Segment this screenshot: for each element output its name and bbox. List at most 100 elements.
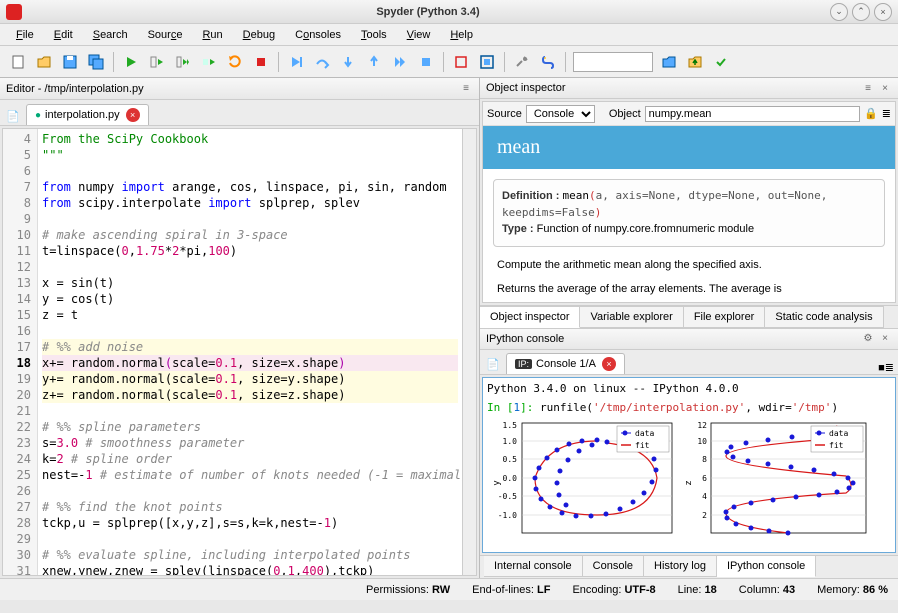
window-title: Spyder (Python 3.4) <box>30 6 826 18</box>
menu-tools[interactable]: Tools <box>351 27 397 43</box>
open-file-button[interactable] <box>32 50 56 74</box>
inspector-menu-icon[interactable]: ≣ <box>882 107 891 120</box>
bottomtab-ipython-console[interactable]: IPython console <box>717 555 816 577</box>
svg-text:fit: fit <box>635 441 650 450</box>
run-cell-advance-button[interactable] <box>171 50 195 74</box>
type-label: Type : <box>502 223 534 235</box>
status-line-label: Line: <box>678 584 702 596</box>
lock-icon[interactable]: 🔒 <box>864 107 878 120</box>
bottomtab-console[interactable]: Console <box>583 555 644 577</box>
status-col-value: 43 <box>783 584 795 596</box>
browse-dir-button[interactable] <box>657 50 681 74</box>
menu-debug[interactable]: Debug <box>233 27 285 43</box>
status-perm-label: Permissions: <box>366 584 429 596</box>
object-inspector: Source Console Object 🔒 ≣ mean Definitio… <box>482 101 896 303</box>
svg-text:10: 10 <box>697 437 707 446</box>
source-label: Source <box>487 108 522 120</box>
inspector-close-icon[interactable]: × <box>878 81 892 95</box>
inspector-header: mean <box>483 126 895 169</box>
python-path-button[interactable] <box>536 50 560 74</box>
menu-help[interactable]: Help <box>440 27 483 43</box>
code-editor[interactable]: 456⚠789101112131415161718192021222324252… <box>2 128 477 576</box>
menu-run[interactable]: Run <box>192 27 232 43</box>
menu-consoles[interactable]: Consoles <box>285 27 351 43</box>
rerun-button[interactable] <box>223 50 247 74</box>
set-dir-button[interactable] <box>709 50 733 74</box>
bottomtab-history-log[interactable]: History log <box>644 555 717 577</box>
app-icon <box>6 4 22 20</box>
status-perm-value: RW <box>432 584 450 596</box>
working-dir-combo[interactable] <box>573 52 653 72</box>
status-enc-value: UTF-8 <box>624 584 655 596</box>
preferences-button[interactable] <box>510 50 534 74</box>
editor-title-text: Editor - /tmp/interpolation.py <box>6 83 144 95</box>
bottomtab-internal-console[interactable]: Internal console <box>484 555 583 577</box>
close-console-icon[interactable]: × <box>602 357 616 371</box>
source-select[interactable]: Console <box>526 105 595 123</box>
step-into-button[interactable] <box>336 50 360 74</box>
step-over-button[interactable] <box>310 50 334 74</box>
midtab-static-code-analysis[interactable]: Static code analysis <box>765 306 883 328</box>
console-tab-label: Console 1/A <box>536 358 596 370</box>
close-window-button[interactable]: × <box>874 3 892 21</box>
stop-button[interactable] <box>249 50 273 74</box>
fullscreen-button[interactable] <box>475 50 499 74</box>
status-col-label: Column: <box>739 584 780 596</box>
inspector-title-text: Object inspector <box>486 82 565 94</box>
editor-pane: Editor - /tmp/interpolation.py ≡ 📄 ● int… <box>0 78 480 578</box>
main-toolbar <box>0 46 898 78</box>
svg-text:8: 8 <box>702 455 707 464</box>
console-input-line: In [1]: runfile('/tmp/interpolation.py',… <box>487 401 891 414</box>
menu-source[interactable]: Source <box>138 27 193 43</box>
console-tab[interactable]: IP: Console 1/A × <box>506 353 625 374</box>
menu-search[interactable]: Search <box>83 27 138 43</box>
new-file-button[interactable] <box>6 50 30 74</box>
menu-view[interactable]: View <box>397 27 441 43</box>
file-browser-icon[interactable]: 📄 <box>4 107 22 125</box>
ipython-options-icon[interactable]: ⚙ <box>861 332 875 346</box>
svg-text:-1.0: -1.0 <box>498 511 517 520</box>
console-tab-strip: Internal consoleConsoleHistory logIPytho… <box>480 555 898 578</box>
maximize-pane-button[interactable] <box>449 50 473 74</box>
save-all-button[interactable] <box>84 50 108 74</box>
editor-tab[interactable]: ● interpolation.py × <box>26 104 149 125</box>
midtab-variable-explorer[interactable]: Variable explorer <box>580 306 683 328</box>
step-out-button[interactable] <box>362 50 386 74</box>
debug-stop-button[interactable] <box>414 50 438 74</box>
console-browse-icon[interactable]: 📄 <box>484 356 502 374</box>
run-selection-button[interactable] <box>197 50 221 74</box>
inspector-desc-2: Returns the average of the array element… <box>483 281 895 298</box>
inspector-options-icon[interactable]: ≡ <box>861 81 875 95</box>
status-eol-label: End-of-lines: <box>472 584 534 596</box>
ipython-console[interactable]: Python 3.4.0 on linux -- IPython 4.0.0 I… <box>482 377 896 553</box>
ipython-close-icon[interactable]: × <box>878 332 892 346</box>
parent-dir-button[interactable] <box>683 50 707 74</box>
editor-scrollbar[interactable] <box>462 129 476 575</box>
debug-button[interactable] <box>284 50 308 74</box>
status-enc-label: Encoding: <box>572 584 621 596</box>
midtab-file-explorer[interactable]: File explorer <box>684 306 766 328</box>
code-area[interactable]: From the SciPy Cookbook""" from numpy im… <box>38 129 462 575</box>
title-bar: Spyder (Python 3.4) ⌄ ⌃ × <box>0 0 898 24</box>
svg-text:-0.5: -0.5 <box>498 492 517 501</box>
plot-output: 1.5 1.0 0.5 0.0 -0.5 -1.0 y <box>487 418 891 548</box>
menu-file[interactable]: File <box>6 27 44 43</box>
run-button[interactable] <box>119 50 143 74</box>
svg-text:4: 4 <box>702 492 707 501</box>
ipython-icon: IP: <box>515 359 532 369</box>
close-tab-icon[interactable]: × <box>126 108 140 122</box>
midtab-object-inspector[interactable]: Object inspector <box>480 306 580 328</box>
plot-xy: 1.5 1.0 0.5 0.0 -0.5 -1.0 y <box>487 418 677 548</box>
svg-text:6: 6 <box>702 474 707 483</box>
save-button[interactable] <box>58 50 82 74</box>
inspector-tab-strip: Object inspectorVariable explorerFile ex… <box>480 305 898 328</box>
object-input[interactable] <box>645 106 860 122</box>
maximize-button[interactable]: ⌃ <box>852 3 870 21</box>
continue-button[interactable] <box>388 50 412 74</box>
interrupt-kernel-icon[interactable]: ■ <box>878 362 885 374</box>
menu-edit[interactable]: Edit <box>44 27 83 43</box>
minimize-button[interactable]: ⌄ <box>830 3 848 21</box>
run-cell-button[interactable] <box>145 50 169 74</box>
console-menu-icon[interactable]: ≣ <box>885 361 894 374</box>
editor-options-icon[interactable]: ≡ <box>459 82 473 96</box>
